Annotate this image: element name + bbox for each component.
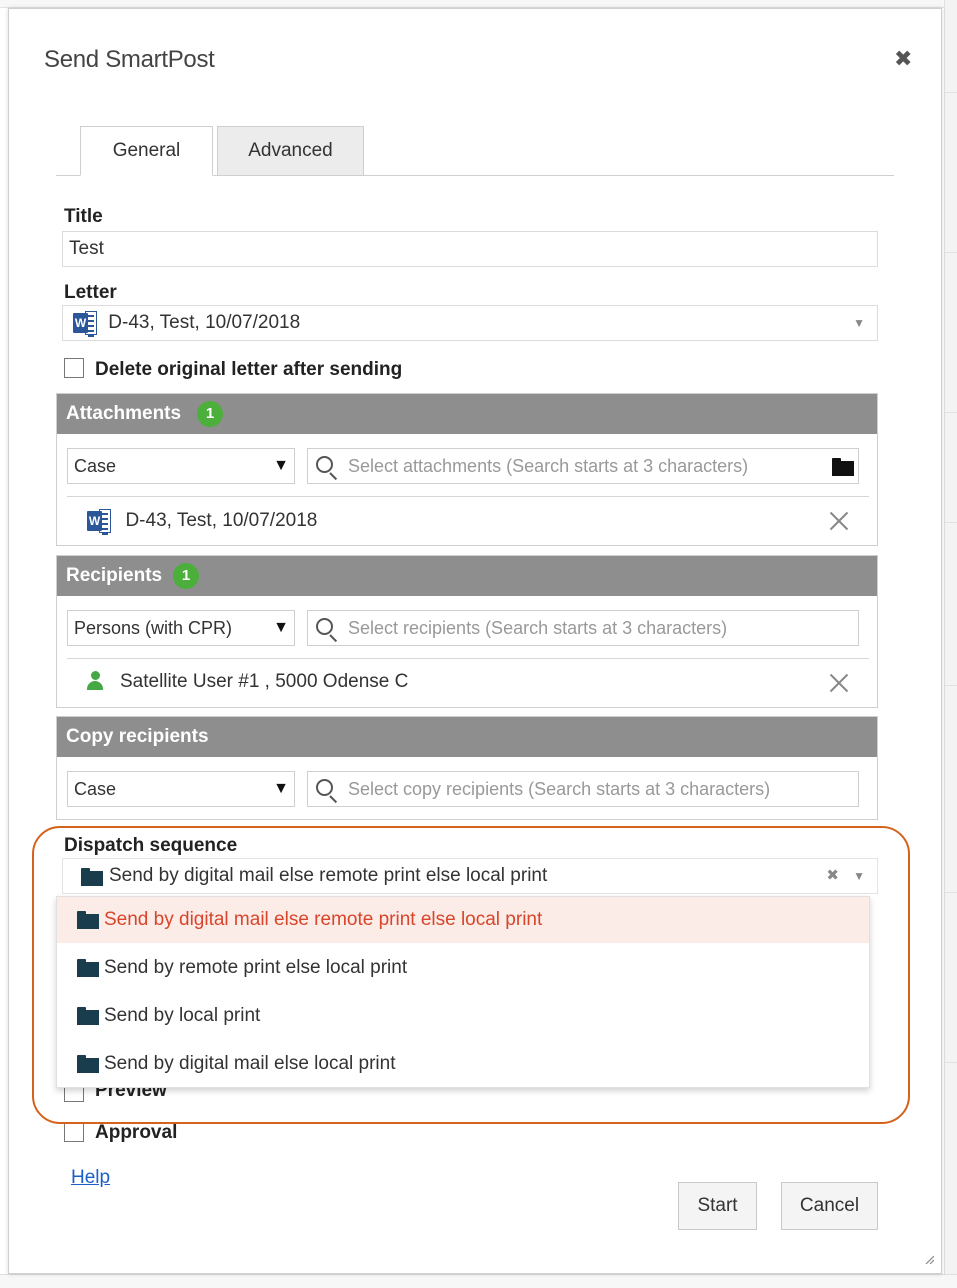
delete-original-label: Delete original letter after sending bbox=[95, 359, 403, 380]
dispatch-option[interactable]: Send by digital mail else local print bbox=[57, 1041, 869, 1087]
recipient-item-label: Satellite User #1 , 5000 Odense C bbox=[120, 671, 409, 692]
tab-general[interactable]: General bbox=[80, 126, 213, 176]
delete-original-checkbox[interactable] bbox=[64, 358, 84, 378]
remove-attachment-icon[interactable] bbox=[829, 511, 849, 531]
attachments-scope-select[interactable]: Case ▼ bbox=[67, 448, 295, 484]
letter-label: Letter bbox=[64, 282, 117, 303]
recipients-search-placeholder: Select recipients (Search starts at 3 ch… bbox=[348, 618, 728, 638]
attachments-header: Attachments 1 bbox=[57, 394, 877, 434]
folder-icon bbox=[77, 1007, 99, 1025]
cancel-button[interactable]: Cancel bbox=[781, 1182, 878, 1230]
folder-icon bbox=[77, 911, 99, 929]
folder-icon bbox=[81, 868, 103, 886]
approval-checkbox[interactable] bbox=[64, 1122, 84, 1142]
dispatch-sequence-select[interactable]: Send by digital mail else remote print e… bbox=[62, 858, 878, 894]
word-document-icon: W bbox=[87, 509, 111, 535]
dispatch-option-label: Send by digital mail else remote print e… bbox=[104, 909, 543, 930]
copy-recipients-section: Copy recipients Case ▼ Select copy recip… bbox=[56, 716, 878, 820]
attachments-header-label: Attachments bbox=[66, 403, 182, 424]
help-link[interactable]: Help bbox=[71, 1167, 110, 1189]
close-icon[interactable]: ✖ bbox=[894, 46, 912, 72]
search-icon bbox=[316, 618, 338, 643]
chevron-down-icon[interactable]: ▼ bbox=[853, 859, 865, 893]
dispatch-selected-value: Send by digital mail else remote print e… bbox=[109, 865, 548, 886]
recipients-header: Recipients 1 bbox=[57, 556, 877, 596]
background-toolbar bbox=[0, 0, 957, 8]
background-table-edge bbox=[944, 0, 957, 1288]
start-button[interactable]: Start bbox=[678, 1182, 757, 1230]
tab-advanced[interactable]: Advanced bbox=[217, 126, 364, 176]
recipients-section: Recipients 1 Persons (with CPR) ▼ Select… bbox=[56, 555, 878, 708]
copy-recipients-search-input[interactable]: Select copy recipients (Search starts at… bbox=[307, 771, 859, 807]
dispatch-option[interactable]: Send by local print bbox=[57, 993, 869, 1039]
copy-recipients-header: Copy recipients bbox=[57, 717, 877, 757]
dispatch-sequence-dropdown: Send by digital mail else remote print e… bbox=[56, 896, 870, 1088]
dispatch-sequence-label: Dispatch sequence bbox=[64, 835, 238, 856]
attachment-item-label: D-43, Test, 10/07/2018 bbox=[125, 510, 318, 531]
attachments-scope-value: Case bbox=[74, 456, 117, 476]
title-label: Title bbox=[64, 206, 103, 227]
dispatch-option-label: Send by remote print else local print bbox=[104, 957, 408, 978]
person-icon bbox=[87, 671, 103, 691]
copy-recipients-search-placeholder: Select copy recipients (Search starts at… bbox=[348, 779, 771, 799]
divider bbox=[67, 658, 869, 659]
dispatch-option-label: Send by local print bbox=[104, 1005, 261, 1026]
word-document-icon: W bbox=[73, 310, 97, 337]
dropdown-arrow-icon: ▼ bbox=[273, 780, 289, 797]
attachments-search-placeholder: Select attachments (Search starts at 3 c… bbox=[348, 456, 749, 476]
copy-recipients-header-label: Copy recipients bbox=[66, 726, 209, 747]
attachments-section: Attachments 1 Case ▼ Select attachments … bbox=[56, 393, 878, 546]
folder-icon bbox=[77, 959, 99, 977]
recipients-scope-select[interactable]: Persons (with CPR) ▼ bbox=[67, 610, 295, 646]
letter-select[interactable]: W D-43, Test, 10/07/2018 ▼ bbox=[62, 305, 878, 341]
folder-browse-icon[interactable] bbox=[832, 458, 854, 476]
dropdown-arrow-icon: ▼ bbox=[273, 619, 289, 636]
copy-recipients-scope-select[interactable]: Case ▼ bbox=[67, 771, 295, 807]
dropdown-arrow-icon: ▼ bbox=[273, 457, 289, 474]
background-footer bbox=[0, 1274, 957, 1288]
remove-recipient-icon[interactable] bbox=[829, 673, 849, 693]
title-input[interactable]: Test bbox=[62, 231, 878, 267]
clear-selection-icon[interactable]: ✖ bbox=[826, 859, 839, 893]
attachments-count-badge: 1 bbox=[197, 401, 223, 427]
divider bbox=[67, 496, 869, 497]
folder-icon bbox=[77, 1055, 99, 1073]
dispatch-option-label: Send by digital mail else local print bbox=[104, 1053, 396, 1074]
attachments-search-input[interactable]: Select attachments (Search starts at 3 c… bbox=[307, 448, 859, 484]
resize-grip-icon[interactable] bbox=[924, 1254, 934, 1264]
recipients-search-input[interactable]: Select recipients (Search starts at 3 ch… bbox=[307, 610, 859, 646]
chevron-down-icon: ▼ bbox=[853, 316, 865, 330]
attachment-item: W D-43, Test, 10/07/2018 bbox=[87, 509, 318, 535]
copy-recipients-scope-value: Case bbox=[74, 779, 117, 799]
recipients-count-badge: 1 bbox=[173, 563, 199, 589]
recipients-scope-value: Persons (with CPR) bbox=[74, 618, 233, 638]
search-icon bbox=[316, 779, 338, 804]
dispatch-option[interactable]: Send by remote print else local print bbox=[57, 945, 869, 991]
dispatch-option[interactable]: Send by digital mail else remote print e… bbox=[57, 897, 869, 943]
letter-value: D-43, Test, 10/07/2018 bbox=[108, 312, 301, 333]
search-icon bbox=[316, 456, 338, 481]
dialog-title: Send SmartPost bbox=[44, 46, 215, 73]
recipients-header-label: Recipients bbox=[66, 565, 163, 586]
approval-label: Approval bbox=[95, 1122, 178, 1143]
